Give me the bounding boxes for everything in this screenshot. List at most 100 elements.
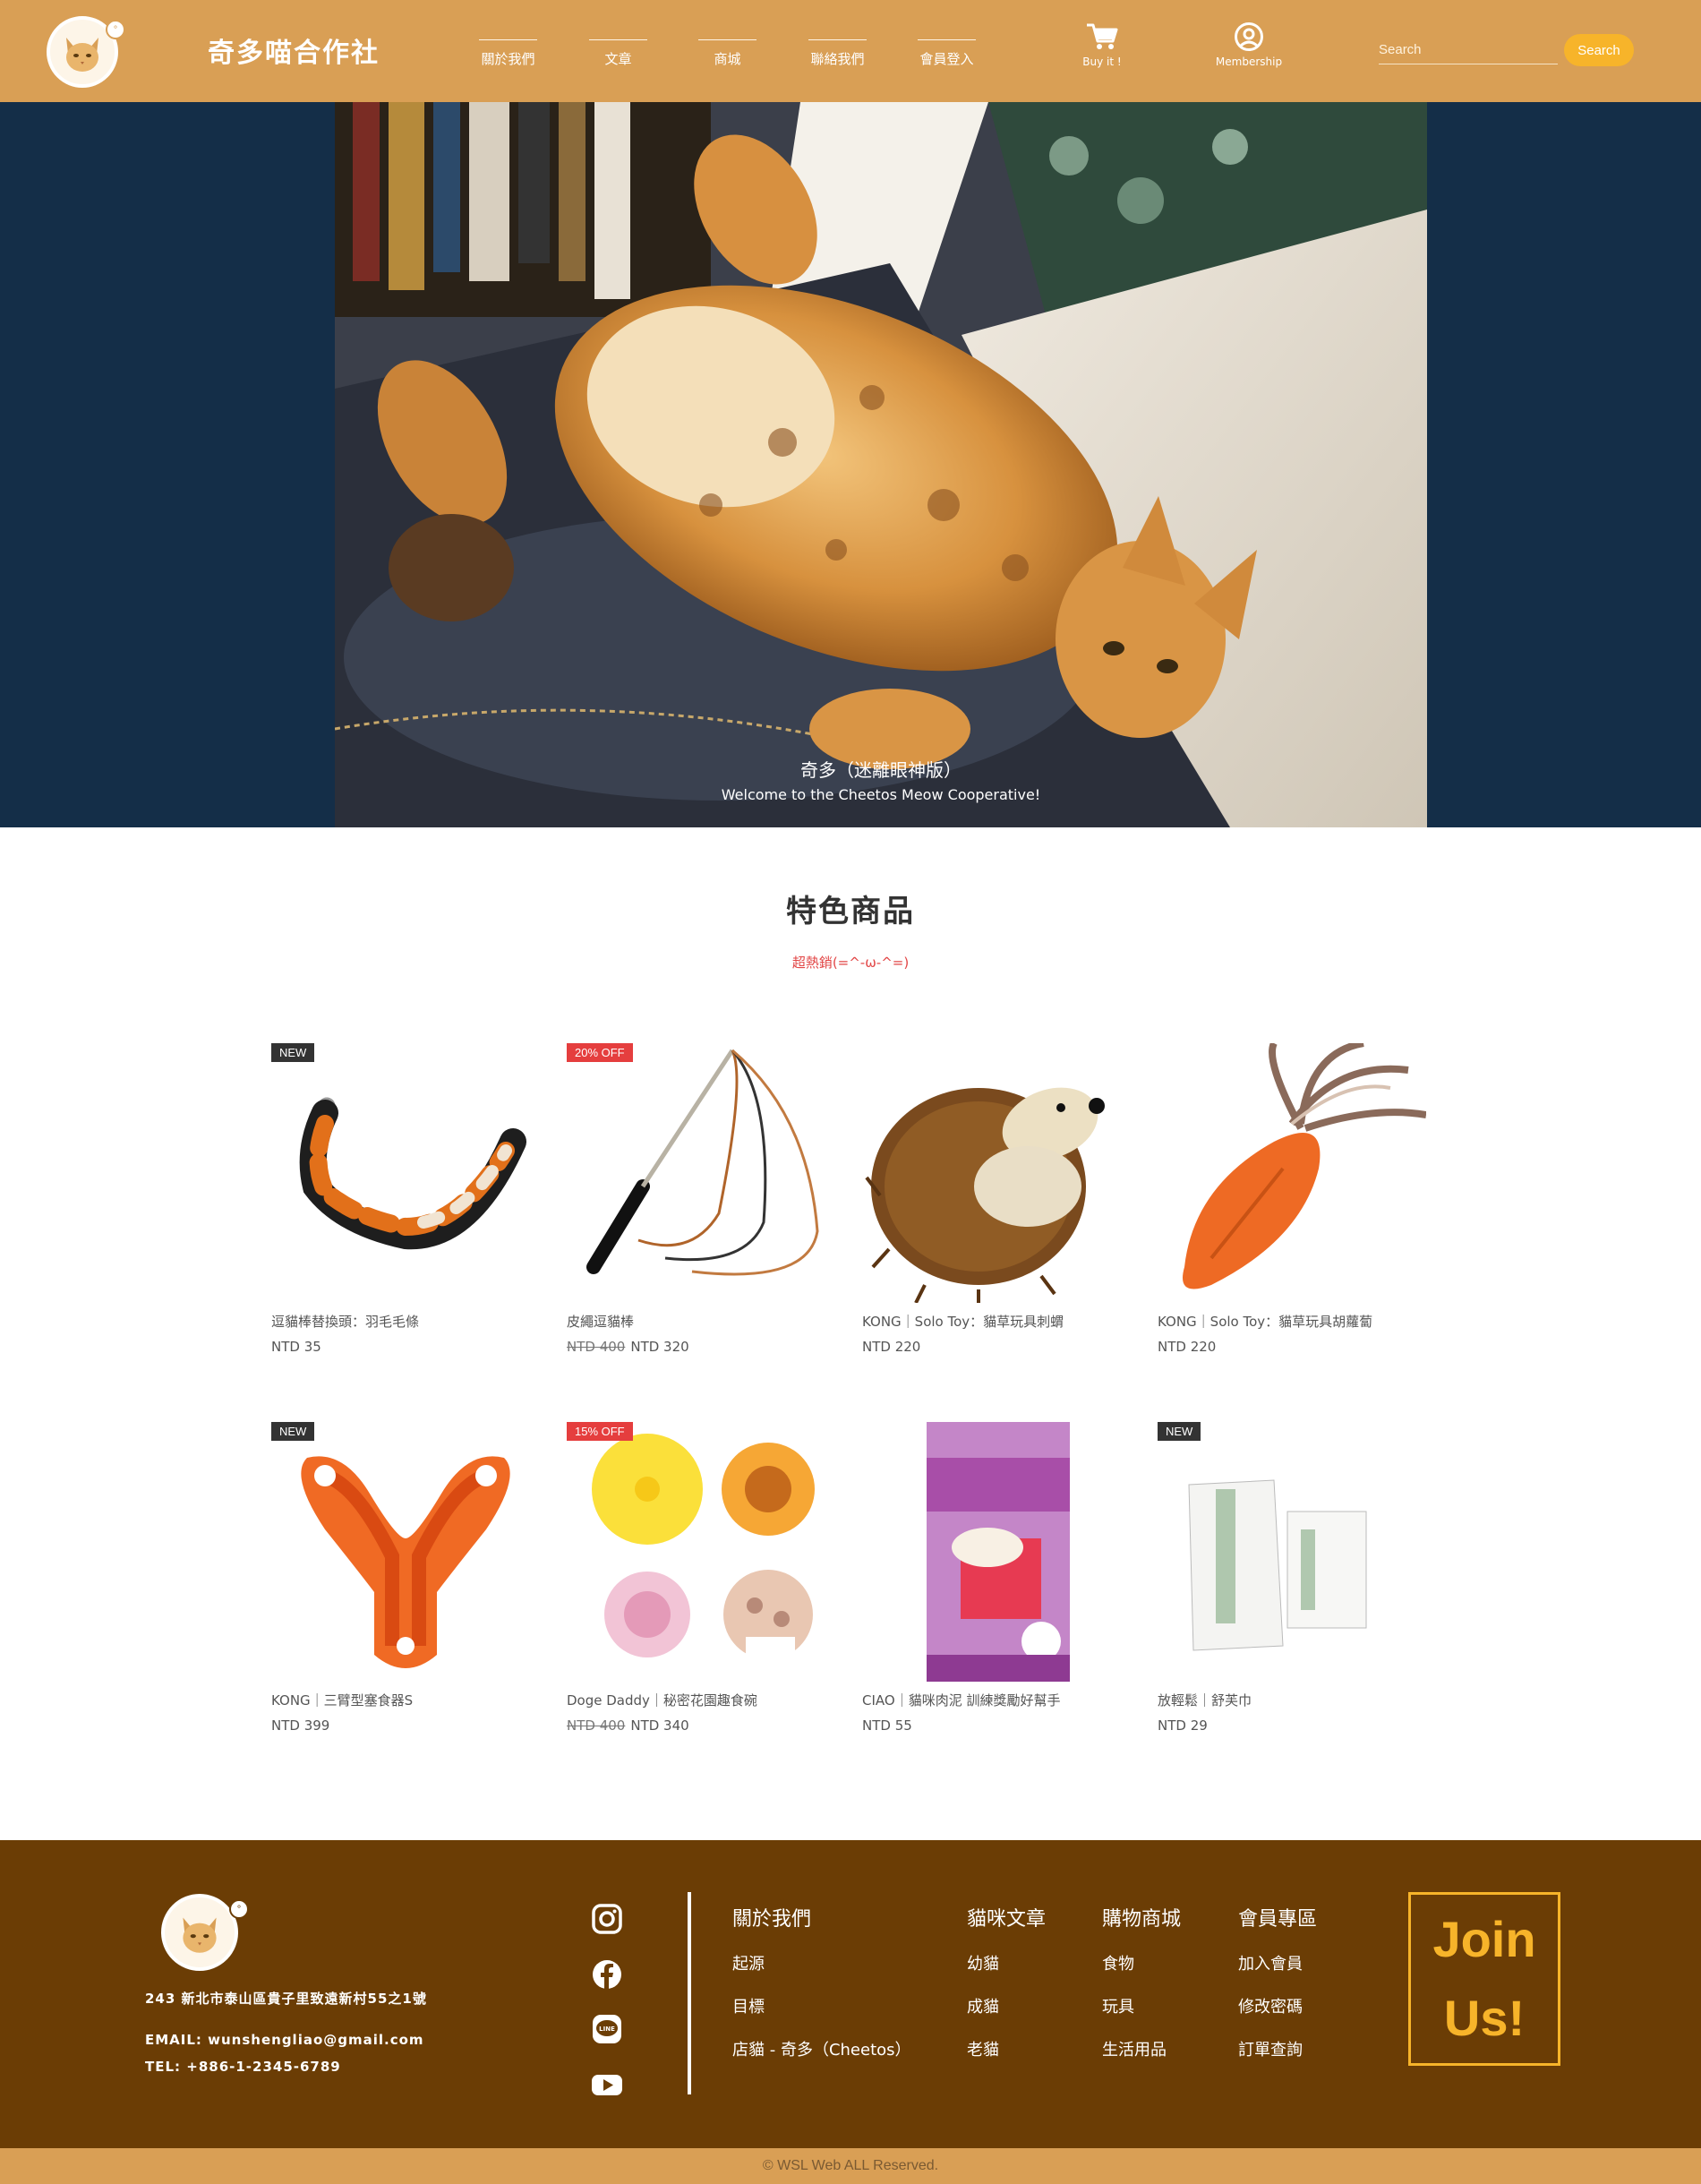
footer-link-kitten[interactable]: 幼貓 xyxy=(967,1951,999,1974)
join-us-button[interactable]: Join Us! xyxy=(1408,1892,1560,2066)
product-card[interactable]: NEW 放輕鬆｜舒芙巾 NTD 29 xyxy=(1158,1422,1426,1734)
footer-col-title-about: 關於我們 xyxy=(732,1908,812,1931)
footer-link-toys[interactable]: 玩具 xyxy=(1102,1994,1134,2017)
product-name[interactable]: 皮繩逗貓棒 xyxy=(567,1312,634,1331)
nav-login[interactable]: 會員登入 xyxy=(918,39,976,68)
product-price: NTD 220 xyxy=(862,1339,920,1355)
product-name[interactable]: CIAO｜貓咪肉泥 訓練獎勵好幫手 xyxy=(862,1691,1060,1709)
membership-label: Membership xyxy=(1215,56,1283,68)
instagram-icon[interactable] xyxy=(591,1903,623,1935)
product-old-price: NTD 400 xyxy=(567,1717,626,1734)
footer-link-food[interactable]: 食物 xyxy=(1102,1951,1134,1974)
pet-remedy-wipes-image xyxy=(1188,1479,1367,1651)
site-footer: ° 243 新北市泰山區貴子里致遠新村55之1號 EMAIL: wunsheng… xyxy=(0,1840,1701,2148)
cart-label: Buy it ! xyxy=(1082,56,1122,68)
svg-text:LINE: LINE xyxy=(599,2026,615,2033)
discount-badge: 15% OFF xyxy=(567,1422,633,1441)
footer-link-origin[interactable]: 起源 xyxy=(732,1951,765,1974)
product-price: NTD 220 xyxy=(1158,1339,1216,1355)
carrot-toy-image xyxy=(1183,1043,1426,1289)
product-card[interactable]: 20% OFF 皮繩逗貓棒 NTD 400 NTD 320 xyxy=(567,1043,835,1355)
ciao-churu-image xyxy=(927,1422,1070,1682)
product-price: NTD 55 xyxy=(862,1717,912,1734)
new-badge: NEW xyxy=(271,1422,315,1441)
product-price: NTD 29 xyxy=(1158,1717,1208,1734)
footer-logo-bubble: ° xyxy=(229,1899,249,1919)
product-current-price: NTD 29 xyxy=(1158,1717,1208,1734)
discount-badge: 20% OFF xyxy=(567,1043,633,1062)
join-line-1: Join xyxy=(1432,1911,1536,1967)
user-circle-icon xyxy=(1235,22,1263,51)
product-price: NTD 399 xyxy=(271,1717,329,1734)
product-current-price: NTD 320 xyxy=(630,1339,689,1355)
product-card[interactable]: NEW KONG｜三臂型塞食器S NTD 399 xyxy=(271,1422,540,1734)
site-header: ° 奇多喵合作社 關於我們 文章 商城 聯絡我們 會員登入 Buy it ! M… xyxy=(0,0,1701,102)
cart-icon xyxy=(1087,23,1118,49)
copyright-bar: © WSL Web ALL Reserved. xyxy=(0,2148,1701,2184)
product-price: NTD 400 NTD 340 xyxy=(567,1717,689,1734)
product-price: NTD 400 NTD 320 xyxy=(567,1339,689,1355)
footer-tel: TEL: +886-1-2345-6789 xyxy=(145,2059,341,2075)
feather-tail-toy-image xyxy=(299,1097,526,1250)
membership-button[interactable]: Membership xyxy=(1213,21,1285,68)
footer-link-orders[interactable]: 訂單查詢 xyxy=(1238,2037,1303,2060)
hero-subtitle: Welcome to the Cheetos Meow Cooperative! xyxy=(721,786,1041,803)
flower-bowls-image xyxy=(592,1434,815,1664)
youtube-icon[interactable] xyxy=(591,2068,623,2101)
footer-link-goal[interactable]: 目標 xyxy=(732,1994,765,2017)
product-current-price: NTD 220 xyxy=(1158,1339,1217,1355)
search-input[interactable] xyxy=(1379,36,1558,64)
product-card[interactable]: KONG｜Solo Toy：貓草玩具胡蘿蔔 NTD 220 xyxy=(1158,1043,1426,1355)
nav-shop[interactable]: 商城 xyxy=(698,39,756,68)
footer-link-adult-cat[interactable]: 成貓 xyxy=(967,1994,999,2017)
line-icon[interactable]: LINE xyxy=(591,2013,623,2045)
footer-link-join[interactable]: 加入會員 xyxy=(1238,1951,1303,1974)
site-brand[interactable]: 奇多喵合作社 xyxy=(208,30,380,70)
hero-banner: 奇多（迷離眼神版） Welcome to the Cheetos Meow Co… xyxy=(0,102,1701,827)
product-name[interactable]: Doge Daddy｜秘密花園趣食碗 xyxy=(567,1691,757,1709)
product-card[interactable]: 15% OFF Doge Daddy｜秘密花園趣食碗 NTD 400 NTD 34… xyxy=(567,1422,835,1734)
footer-link-password[interactable]: 修改密碼 xyxy=(1238,1994,1303,2017)
footer-link-senior-cat[interactable]: 老貓 xyxy=(967,2037,999,2060)
nav-about[interactable]: 關於我們 xyxy=(479,39,537,68)
product-old-price: NTD 400 xyxy=(567,1339,626,1355)
featured-subtitle: 超熱銷(=^-ω-^=) xyxy=(791,955,910,971)
y-feeder-image xyxy=(301,1456,510,1668)
footer-link-supplies[interactable]: 生活用品 xyxy=(1102,2037,1167,2060)
hero-cat-photo xyxy=(335,102,1427,827)
product-current-price: NTD 220 xyxy=(862,1339,921,1355)
product-card[interactable]: KONG｜Solo Toy：貓草玩具刺蝟 NTD 220 xyxy=(862,1043,1131,1355)
footer-col-title-shop: 購物商城 xyxy=(1102,1908,1182,1931)
cart-button[interactable]: Buy it ! xyxy=(1066,21,1138,68)
hero-title: 奇多（迷離眼神版） xyxy=(800,759,962,781)
join-line-2: Us! xyxy=(1443,1990,1526,2046)
product-name[interactable]: 逗貓棒替換頭：羽毛毛條 xyxy=(271,1312,419,1331)
footer-address: 243 新北市泰山區貴子里致遠新村55之1號 xyxy=(145,1991,427,2007)
product-current-price: NTD 399 xyxy=(271,1717,330,1734)
logo-bubble: ° xyxy=(106,20,125,39)
hedgehog-toy-image xyxy=(865,1087,1105,1303)
product-name[interactable]: KONG｜三臂型塞食器S xyxy=(271,1691,413,1709)
product-price: NTD 35 xyxy=(271,1339,321,1355)
nav-articles[interactable]: 文章 xyxy=(589,39,647,68)
new-badge: NEW xyxy=(1158,1422,1201,1441)
new-badge: NEW xyxy=(271,1043,315,1062)
product-current-price: NTD 35 xyxy=(271,1339,321,1355)
cat-face-icon xyxy=(66,38,98,72)
product-name[interactable]: KONG｜Solo Toy：貓草玩具刺蝟 xyxy=(862,1312,1064,1331)
product-name[interactable]: KONG｜Solo Toy：貓草玩具胡蘿蔔 xyxy=(1158,1312,1372,1331)
product-name[interactable]: 放輕鬆｜舒芙巾 xyxy=(1158,1691,1252,1709)
nav-contact[interactable]: 聯絡我們 xyxy=(808,39,867,68)
product-card[interactable]: CIAO｜貓咪肉泥 訓練獎勵好幫手 NTD 55 xyxy=(862,1422,1131,1734)
featured-title: 特色商品 xyxy=(786,894,915,929)
search-button[interactable]: Search xyxy=(1564,34,1634,66)
footer-divider xyxy=(688,1892,691,2094)
footer-email: EMAIL: wunshengliao@gmail.com xyxy=(145,2032,424,2048)
product-card[interactable]: NEW 逗貓棒替換頭：羽毛毛條 NTD 35 xyxy=(271,1043,540,1355)
footer-cat-logo[interactable] xyxy=(161,1894,238,1971)
footer-link-shop-cat[interactable]: 店貓 - 奇多（Cheetos） xyxy=(732,2037,911,2060)
product-current-price: NTD 340 xyxy=(630,1717,689,1734)
facebook-icon[interactable] xyxy=(591,1958,623,1991)
product-current-price: NTD 55 xyxy=(862,1717,912,1734)
cat-face-icon xyxy=(183,1917,217,1953)
